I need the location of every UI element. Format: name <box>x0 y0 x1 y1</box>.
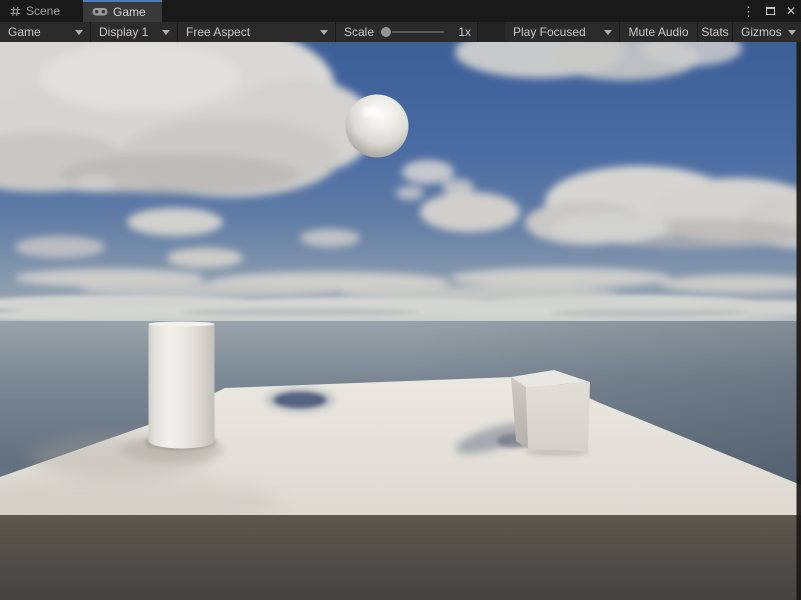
mute-audio-button[interactable]: Mute Audio <box>620 22 698 42</box>
close-icon[interactable]: ✕ <box>784 5 798 17</box>
unity-game-window: Scene Game ⋮ ✕ Game Display 1 <box>0 0 801 600</box>
scale-control: Scale 1x <box>336 22 478 42</box>
stats-label: Stats <box>701 25 728 39</box>
kebab-menu-icon[interactable]: ⋮ <box>740 5 757 18</box>
maximize-icon[interactable] <box>766 7 775 15</box>
scale-slider-track[interactable] <box>392 31 444 33</box>
display-target-label: Display 1 <box>99 25 148 39</box>
tab-game-label: Game <box>113 5 146 19</box>
gamepad-icon <box>92 7 108 17</box>
cube <box>511 370 590 451</box>
game-mode-dropdown[interactable]: Game <box>0 22 91 42</box>
aspect-ratio-label: Free Aspect <box>186 25 250 39</box>
chevron-down-icon <box>320 30 328 35</box>
tab-scene-label: Scene <box>26 4 60 18</box>
chevron-down-icon <box>162 30 170 35</box>
tab-scene[interactable]: Scene <box>0 0 74 22</box>
scale-value: 1x <box>458 25 471 39</box>
sphere <box>346 95 409 158</box>
scale-slider-knob[interactable] <box>381 27 391 37</box>
tab-game[interactable]: Game <box>83 0 162 22</box>
sphere-shadow <box>266 389 334 411</box>
viewport-right-edge <box>797 42 801 600</box>
scale-label: Scale <box>344 25 374 39</box>
scene-grid-icon <box>10 6 21 17</box>
rendered-scene <box>0 42 801 600</box>
gizmos-label: Gizmos <box>741 25 782 39</box>
tab-bar: Scene Game ⋮ ✕ <box>0 0 801 22</box>
cylinder <box>149 322 215 449</box>
chevron-down-icon <box>75 30 83 35</box>
chevron-down-icon <box>604 30 612 35</box>
stats-button[interactable]: Stats <box>698 22 733 42</box>
play-focused-label: Play Focused <box>513 25 586 39</box>
play-focused-dropdown[interactable]: Play Focused <box>505 22 620 42</box>
game-viewport[interactable] <box>0 42 801 600</box>
game-view-toolbar: Game Display 1 Free Aspect Scale 1x Play… <box>0 22 801 42</box>
mute-audio-label: Mute Audio <box>628 25 688 39</box>
foreground-ground <box>0 515 801 600</box>
display-target-dropdown[interactable]: Display 1 <box>91 22 178 42</box>
gizmos-dropdown[interactable]: Gizmos <box>733 22 801 42</box>
toolbar-spacer <box>478 22 505 42</box>
aspect-ratio-dropdown[interactable]: Free Aspect <box>178 22 336 42</box>
chevron-down-icon <box>788 30 796 35</box>
window-controls: ⋮ ✕ <box>740 0 798 22</box>
scale-slider[interactable] <box>381 27 444 37</box>
horizon-cloud-strip <box>0 295 801 324</box>
game-mode-dropdown-label: Game <box>8 25 41 39</box>
